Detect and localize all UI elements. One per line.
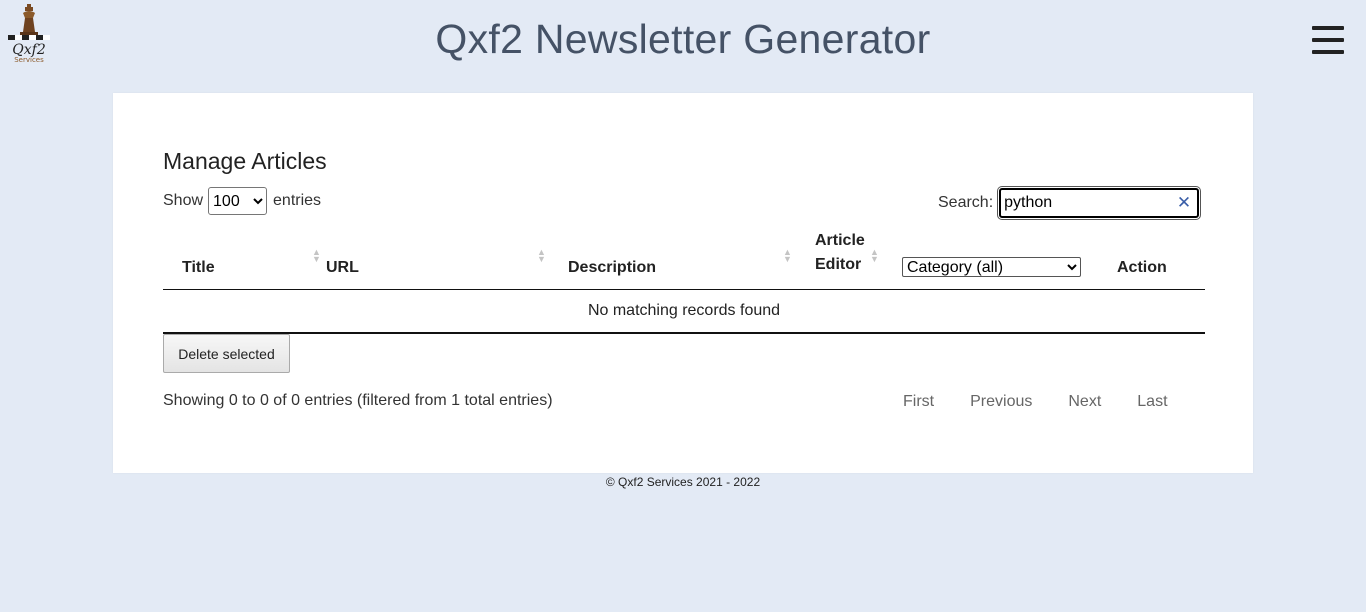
show-label: Show [163,192,204,209]
manage-articles-card: Manage Articles Show 100 entries Search:… [113,93,1253,473]
last-page-button[interactable]: Last [1137,393,1167,411]
column-header-article-editor[interactable]: Article Editor ▲ ▼ [815,229,902,290]
table-header-row: Title ▲ ▼ URL ▲ ▼ Description ▲ ▼ Article E… [163,229,1205,290]
table-row: No matching records found [163,289,1205,334]
search-input[interactable] [1001,190,1175,216]
site-title: Qxf2 Newsletter Generator [435,16,931,62]
column-header-description[interactable]: Description ▲ ▼ [568,229,815,290]
close-icon[interactable]: ✕ [1177,193,1191,213]
next-page-button[interactable]: Next [1068,393,1101,411]
sort-icon: ▲ ▼ [312,247,321,264]
footer-copyright: © Qxf2 Services 2021 - 2022 [605,475,761,489]
empty-message: No matching records found [163,289,1205,334]
column-header-url[interactable]: URL ▲ ▼ [326,229,568,290]
articles-table: Title ▲ ▼ URL ▲ ▼ Description ▲ ▼ Article E… [163,229,1205,334]
column-header-action: Action [1117,229,1205,290]
sort-icon: ▲ ▼ [870,247,879,264]
search-box[interactable]: ✕ [999,188,1200,218]
delete-selected-button[interactable]: Delete selected [163,334,290,373]
sort-icon: ▲ ▼ [783,247,792,264]
sort-icon: ▲ ▼ [537,247,546,264]
previous-page-button[interactable]: Previous [970,393,1032,411]
table-info: Showing 0 to 0 of 0 entries (filtered fr… [163,392,553,409]
column-header-category: Category (all) [902,229,1117,290]
category-filter-select[interactable]: Category (all) [902,257,1081,277]
column-header-title[interactable]: Title ▲ ▼ [163,229,326,290]
pagination: First Previous Next Last [903,393,1168,411]
search-control: Search: ✕ [938,188,1200,218]
first-page-button[interactable]: First [903,393,934,411]
search-label: Search: [938,194,994,211]
page-title: Manage Articles [163,148,327,174]
entries-label: entries [273,192,322,209]
page-length-control: Show 100 entries [163,187,321,215]
hamburger-icon[interactable] [1312,26,1344,56]
page-length-select[interactable]: 100 [208,187,268,215]
